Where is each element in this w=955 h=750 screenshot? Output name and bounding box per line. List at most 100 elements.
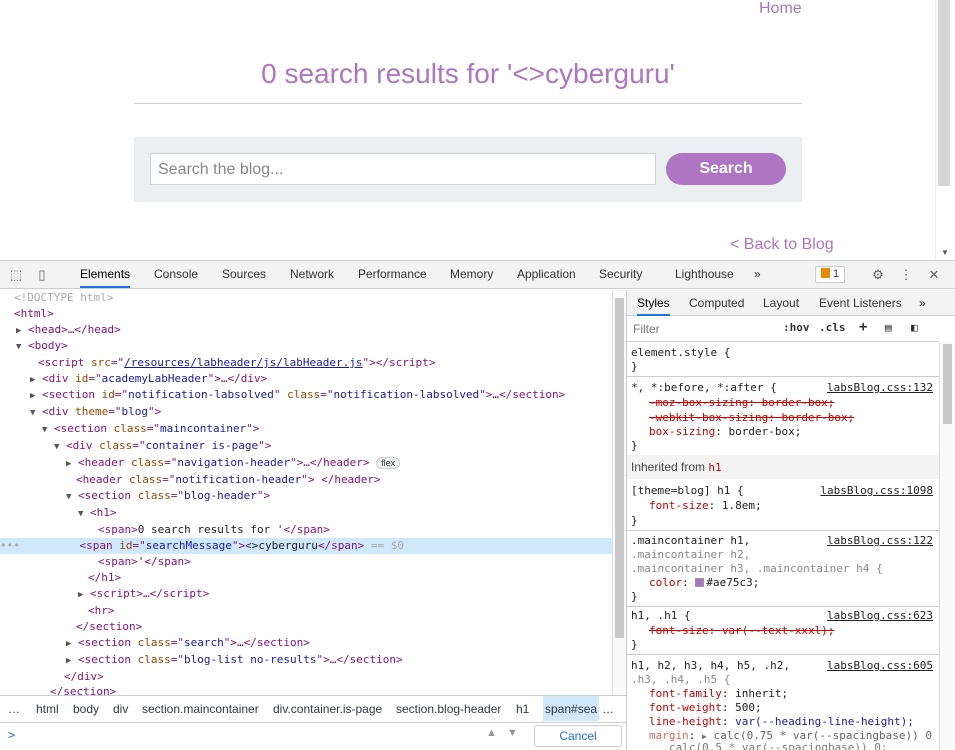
tab-network[interactable]: Network bbox=[290, 261, 334, 288]
more-options-icon[interactable]: ⋮ bbox=[898, 267, 914, 283]
breadcrumb-ellipsis[interactable]: … bbox=[8, 696, 20, 721]
dom-line[interactable]: <hr> bbox=[88, 603, 115, 619]
breadcrumb-item[interactable]: html bbox=[36, 696, 59, 721]
issues-badge[interactable]: 1 bbox=[815, 266, 846, 283]
scrollbar-thumb[interactable] bbox=[615, 298, 624, 638]
styles-scrollbar[interactable] bbox=[939, 342, 955, 750]
rule-source-link[interactable]: labsBlog.css:605 bbox=[827, 659, 933, 673]
rule-element-style[interactable]: element.style { bbox=[631, 346, 730, 360]
breadcrumb-item-selected[interactable]: span#sea bbox=[543, 696, 600, 721]
new-rule-icon[interactable]: + bbox=[859, 319, 867, 335]
more-tabs-icon[interactable]: » bbox=[754, 261, 761, 288]
dom-line[interactable]: ▼ <div class="container is-page"> bbox=[54, 438, 271, 454]
style-property[interactable]: font-size: 1.8em; bbox=[649, 499, 762, 513]
tab-layout[interactable]: Layout bbox=[763, 290, 799, 316]
tab-performance[interactable]: Performance bbox=[358, 261, 427, 288]
tab-elements[interactable]: Elements bbox=[80, 261, 131, 288]
rule-selector[interactable]: .maincontainer h2, bbox=[631, 548, 750, 562]
dom-line[interactable]: <html> bbox=[14, 306, 54, 322]
rule-selector[interactable]: h1, .h1 { bbox=[631, 609, 691, 623]
tab-event-listeners[interactable]: Event Listeners bbox=[819, 290, 902, 316]
back-to-blog-link[interactable]: < Back to Blog bbox=[730, 236, 834, 254]
filter-input[interactable]: Filter bbox=[633, 322, 660, 336]
tab-memory[interactable]: Memory bbox=[450, 261, 493, 288]
expand-arrow-icon[interactable]: ▶ bbox=[16, 326, 21, 336]
dom-line[interactable]: ▼ <section class="maincontainer"> bbox=[42, 421, 259, 437]
tab-console[interactable]: Console bbox=[154, 261, 198, 288]
rule-source-link[interactable]: labsBlog.css:132 bbox=[827, 381, 933, 395]
close-devtools-icon[interactable]: ✕ bbox=[926, 267, 942, 283]
tab-computed[interactable]: Computed bbox=[689, 290, 744, 316]
style-property[interactable]: color: #ae75c3; bbox=[649, 576, 759, 590]
rule-selector[interactable]: h1, h2, h3, h4, h5, .h2, bbox=[631, 659, 790, 673]
style-property[interactable]: line-height: var(--heading-line-height); bbox=[649, 715, 914, 729]
more-tabs-icon[interactable]: » bbox=[919, 290, 926, 316]
rule-selector[interactable]: .maincontainer h3, .maincontainer h4 { bbox=[631, 562, 883, 576]
dom-line[interactable]: ▼ <section class="blog-header"> bbox=[66, 488, 270, 504]
inspect-element-icon[interactable]: ⬚ bbox=[8, 267, 24, 283]
style-property[interactable]: font-size: var(--text-xxxl); bbox=[649, 624, 834, 638]
dom-line[interactable]: ▶ <section class="blog-list no-results">… bbox=[66, 652, 403, 668]
cls-toggle[interactable]: .cls bbox=[819, 321, 846, 334]
home-link[interactable]: Home bbox=[759, 0, 802, 18]
flex-badge[interactable]: flex bbox=[376, 457, 401, 469]
cancel-button[interactable]: Cancel bbox=[534, 725, 622, 747]
color-swatch[interactable] bbox=[695, 578, 705, 587]
dom-line[interactable]: ▼ <h1> bbox=[78, 505, 117, 521]
tab-lighthouse[interactable]: Lighthouse bbox=[675, 261, 734, 288]
scrollbar-thumb[interactable] bbox=[943, 344, 952, 424]
tab-styles[interactable]: Styles bbox=[637, 290, 670, 316]
dom-line[interactable]: </h1> bbox=[88, 570, 121, 586]
scrollbar-thumb[interactable] bbox=[938, 0, 950, 186]
breadcrumb-more[interactable]: … bbox=[602, 696, 614, 721]
rule-selector[interactable]: *, *:before, *:after { bbox=[631, 381, 777, 395]
dom-line-selected[interactable]: ••• <span id="searchMessage"><>cyberguru… bbox=[0, 538, 612, 554]
arrow-up-icon[interactable]: ▲ bbox=[486, 727, 497, 739]
rule-source-link[interactable]: labsBlog.css:122 bbox=[827, 534, 933, 548]
dom-line[interactable]: <header class="notification-header"> </h… bbox=[76, 472, 381, 488]
dom-line[interactable]: <span>'</span> bbox=[98, 554, 191, 570]
dom-line[interactable]: ▶ <header class="navigation-header">…</h… bbox=[66, 455, 401, 471]
collapse-arrow-icon[interactable]: ▼ bbox=[16, 342, 21, 352]
breadcrumb-item[interactable]: div.container.is-page bbox=[273, 696, 382, 721]
dom-line[interactable]: ▶ <div id="academyLabHeader">…</div> bbox=[30, 371, 267, 387]
breadcrumb-item[interactable]: section.blog-header bbox=[396, 696, 501, 721]
dom-line[interactable]: ▶ <head>…</head> bbox=[16, 322, 121, 338]
arrow-down-icon[interactable]: ▼ bbox=[507, 727, 518, 739]
style-property[interactable]: box-sizing: border-box; bbox=[649, 425, 801, 439]
console-input[interactable] bbox=[22, 726, 482, 746]
tab-application[interactable]: Application bbox=[517, 261, 576, 288]
dom-line[interactable]: </div> bbox=[64, 669, 104, 685]
breadcrumb-item[interactable]: body bbox=[73, 696, 99, 721]
dom-line[interactable]: ▶ <section class="search">…</section> bbox=[66, 635, 310, 651]
dom-line[interactable]: </section> bbox=[76, 619, 142, 635]
page-scrollbar[interactable]: ▼ bbox=[935, 0, 955, 260]
dom-line[interactable]: ▼ <body> bbox=[16, 338, 68, 354]
style-property[interactable]: font-family: inherit; bbox=[649, 687, 788, 701]
dom-line[interactable]: ▶ <script>…</script> bbox=[78, 586, 209, 602]
dom-line[interactable]: ▶ <section id="notification-labsolved" c… bbox=[30, 387, 565, 403]
device-toolbar-icon[interactable]: ▯ bbox=[34, 267, 50, 283]
tab-security[interactable]: Security bbox=[599, 261, 642, 288]
search-button[interactable]: Search bbox=[666, 153, 786, 185]
dom-line[interactable]: ▼ <div theme="blog"> bbox=[30, 404, 161, 420]
style-property[interactable]: -webkit-box-sizing: border-box; bbox=[649, 411, 854, 425]
dom-line[interactable]: <span>0 search results for '</span> bbox=[98, 522, 330, 538]
dom-line[interactable]: <!DOCTYPE html> bbox=[14, 290, 113, 306]
rule-source-link[interactable]: labsBlog.css:623 bbox=[827, 609, 933, 623]
breadcrumb-item[interactable]: h1 bbox=[516, 696, 529, 721]
rule-source-link[interactable]: labsBlog.css:1098 bbox=[820, 484, 933, 498]
rule-selector[interactable]: .h3, .h4, .h5 { bbox=[631, 673, 730, 687]
elements-scrollbar[interactable] bbox=[612, 290, 626, 695]
rule-selector[interactable]: [theme=blog] h1 { bbox=[631, 484, 744, 498]
search-input[interactable]: Search the blog... bbox=[150, 153, 656, 185]
hov-toggle[interactable]: :hov bbox=[783, 321, 810, 334]
rule-selector[interactable]: .maincontainer h1, bbox=[631, 534, 750, 548]
computed-styles-icon[interactable]: ▤ bbox=[885, 321, 892, 334]
tab-sources[interactable]: Sources bbox=[222, 261, 266, 288]
dom-line[interactable]: <script src="/resources/labheader/js/lab… bbox=[38, 355, 435, 371]
dom-line[interactable]: </section> bbox=[50, 684, 116, 695]
breadcrumb-item[interactable]: section.maincontainer bbox=[142, 696, 259, 721]
style-property[interactable]: font-weight: 500; bbox=[649, 701, 762, 715]
breadcrumb-item[interactable]: div bbox=[113, 696, 128, 721]
